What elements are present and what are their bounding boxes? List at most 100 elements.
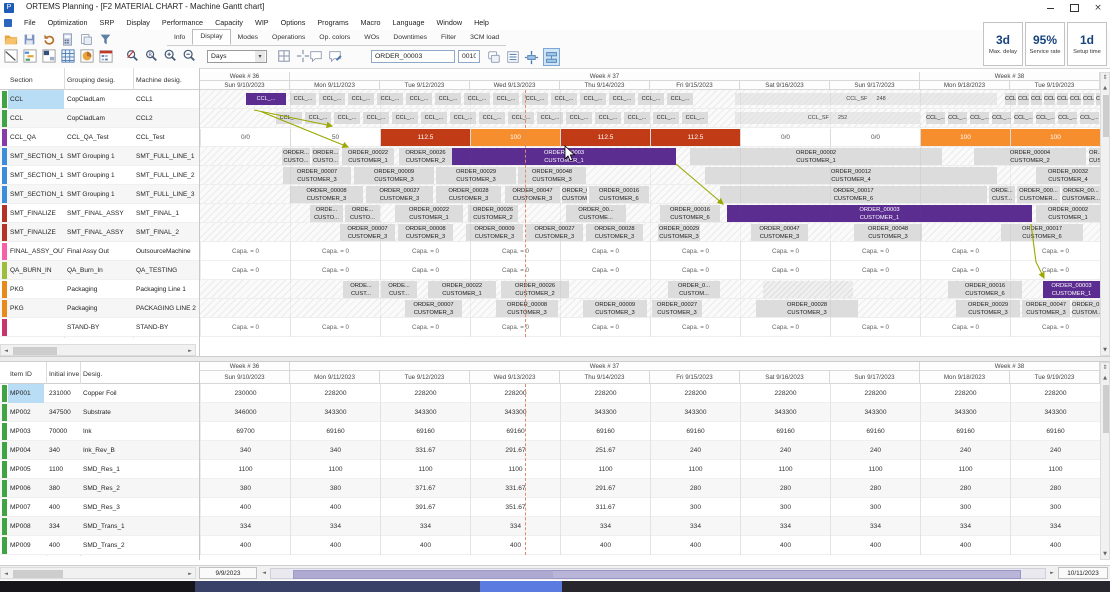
splitter-button[interactable]: ⇕ — [1101, 74, 1109, 81]
tab-modes[interactable]: Modes — [231, 31, 265, 45]
machine-grouping-cell[interactable]: SMT Grouping 1 — [67, 166, 131, 185]
capacity-cell[interactable]: Capa. = 0 — [1010, 242, 1100, 261]
item-row-mp005[interactable]: MP005 1100SMD_Res_1 — [0, 460, 199, 479]
capacity-cell[interactable]: Capa. = 0 — [560, 261, 650, 280]
gantt-operation[interactable]: CCL_... — [1014, 112, 1033, 124]
machine-grouping-cell[interactable]: CopCladLam — [67, 109, 131, 128]
scroll-left-icon[interactable]: ◄ — [1, 348, 11, 354]
gantt-operation[interactable]: ORDER_00...CUSTOMER... — [562, 186, 587, 203]
item-desig-cell[interactable]: SMD_Res_1 — [83, 460, 195, 479]
gantt-operation[interactable]: CCL_... — [348, 93, 374, 105]
machine-grouping-cell[interactable]: Final Assy Out — [67, 242, 131, 261]
tab-op-colors[interactable]: Op. colors — [312, 31, 357, 45]
gantt-operation[interactable]: ORDER_00...CUSTOMER... — [1062, 186, 1100, 203]
filter-icon[interactable] — [98, 31, 113, 47]
machine-grouping-cell[interactable]: Packaging — [67, 280, 131, 299]
item-id-cell[interactable]: MP003 — [10, 422, 44, 441]
gantt-operation[interactable]: OR...CUS... — [1089, 148, 1100, 165]
comment-icon[interactable] — [308, 48, 323, 64]
capacity-cell[interactable]: Capa. = 0 — [380, 242, 470, 261]
kpi-setup-time[interactable]: 1dSetup time — [1067, 22, 1107, 66]
capacity-cell[interactable]: Capa. = 0 — [830, 318, 920, 337]
machine-section-cell[interactable]: CCL_QA — [10, 128, 64, 147]
day-header-cell[interactable]: Mon 9/11/2023 — [290, 371, 380, 384]
gantt-operation[interactable]: ORDER_00008CUSTOMER_3 — [398, 224, 453, 241]
pie-view-icon[interactable] — [79, 48, 94, 64]
machine-desig-cell[interactable]: PACKAGING LINE 2 — [136, 299, 198, 318]
item-desig-cell[interactable]: SMD_Trans_1 — [83, 517, 195, 536]
gantt-operation-selected[interactable]: ORDER_00003CUSTOMER_1 — [1043, 281, 1100, 298]
row-height-icon[interactable] — [543, 48, 560, 66]
menu-item-optimization[interactable]: Optimization — [42, 16, 94, 30]
machine-row-packaging-line-2[interactable]: PKGPackagingPACKAGING LINE 2 — [0, 299, 199, 318]
capacity-cell[interactable]: Capa. = 0 — [290, 242, 380, 261]
gantt-operation[interactable]: ORDE...CUST... — [343, 281, 379, 298]
gantt-operation[interactable]: CCL_SF 252 — [735, 112, 920, 124]
day-header-cell[interactable]: Sat 9/16/2023 — [740, 371, 830, 384]
day-header-cell[interactable]: Sun 9/10/2023 — [200, 371, 290, 384]
item-inventory-cell[interactable]: 1100 — [49, 460, 81, 479]
item-id-cell[interactable]: MP002 — [10, 403, 44, 422]
hscrollbar-thumb[interactable] — [13, 570, 63, 578]
capacity-cell[interactable]: Capa. = 0 — [1010, 318, 1100, 337]
gantt-operation[interactable]: CCL_... — [948, 112, 967, 124]
gantt-operation[interactable]: ORDER_00016CUSTOMER_6 — [660, 205, 720, 222]
gantt-operation-selected[interactable]: ORDER_00003CUSTOMER_1 — [452, 148, 676, 165]
gantt-operation[interactable]: CCL_... — [319, 93, 345, 105]
day-header-cell[interactable]: Sat 9/16/2023 — [740, 81, 830, 90]
gantt-operation[interactable]: CCL_... — [392, 112, 418, 124]
gantt-operation[interactable]: CCL_... — [566, 112, 592, 124]
gantt-operation[interactable]: CCL_... — [609, 93, 635, 105]
gantt-view-icon[interactable] — [3, 48, 18, 64]
zoom-in-icon[interactable] — [162, 48, 177, 64]
machine-desig-cell[interactable]: QA_TESTING — [136, 261, 198, 280]
day-header-cell[interactable]: Mon 9/18/2023 — [920, 371, 1010, 384]
menu-item-srp[interactable]: SRP — [94, 16, 121, 30]
machine-row-outsourcemachine[interactable]: FINAL_ASSY_OUT!Final Assy OutOutsourceMa… — [0, 242, 199, 261]
item-row-mp007[interactable]: MP007400SMD_Res_3 — [0, 498, 199, 517]
capacity-cell[interactable]: Capa. = 0 — [290, 261, 380, 280]
scroll-right-icon[interactable]: ► — [1047, 570, 1057, 576]
save-icon[interactable] — [22, 31, 37, 47]
scroll-right-icon[interactable]: ► — [185, 348, 195, 354]
machine-grouping-cell[interactable]: Packaging — [67, 299, 131, 318]
item-id-cell[interactable]: MP005 — [10, 460, 44, 479]
machine-desig-cell[interactable]: SMT_FULL_LINE_3 — [136, 185, 198, 204]
capacity-cell[interactable]: 100 — [920, 129, 1010, 146]
operation-number-input[interactable] — [458, 50, 480, 63]
day-header-cell[interactable]: Tue 9/19/2023 — [1010, 371, 1100, 384]
machine-table-hscrollbar[interactable]: ◄ ► — [0, 344, 196, 356]
gantt-operation[interactable]: CCL_... — [992, 112, 1011, 124]
maximize-button[interactable] — [1062, 0, 1086, 16]
day-header-cell[interactable]: Thu 9/14/2023 — [560, 81, 650, 90]
gantt-operation[interactable]: ORDER_00029CUSTOMER_3 — [658, 224, 700, 241]
gantt-operation[interactable]: CCL_... — [682, 112, 708, 124]
item-id-cell[interactable]: MP006 — [10, 479, 44, 498]
day-header-cell[interactable]: Tue 9/19/2023 — [1010, 81, 1100, 90]
gantt-operation[interactable]: ORDER_00022CUSTOMER_1 — [342, 148, 394, 165]
machine-grouping-cell[interactable]: STAND-BY — [67, 318, 131, 337]
capacity-cell[interactable]: Capa. = 0 — [470, 242, 560, 261]
day-header-cell[interactable]: Sun 9/17/2023 — [830, 371, 920, 384]
item-desig-cell[interactable]: Ink_Rev_B — [83, 441, 195, 460]
gantt-operation[interactable]: ORDER_00029CUSTOMER_3 — [436, 167, 516, 184]
machine-section-cell[interactable] — [10, 318, 64, 337]
capacity-cell[interactable]: 100 — [470, 129, 560, 146]
scroll-down-icon[interactable]: ▼ — [1101, 551, 1109, 557]
item-desig-cell[interactable]: SMD_Res_3 — [83, 498, 195, 517]
gantt-operation[interactable]: ORDER_00028CUSTOMER_3 — [586, 224, 643, 241]
capacity-cell[interactable]: Capa. = 0 — [560, 242, 650, 261]
table-view-icon[interactable] — [60, 48, 75, 64]
tab-info[interactable]: Info — [167, 31, 192, 45]
scroll-left-icon[interactable]: ◄ — [259, 570, 269, 576]
machine-desig-cell[interactable]: CCL1 — [136, 90, 198, 109]
calendar-view-icon[interactable] — [98, 48, 113, 64]
gantt-operation[interactable]: ORDER_00017CUSTOMER_6 — [720, 186, 987, 203]
machine-row-smt-final-1[interactable]: SMT_FINALIZESMT_FINAL_ASSYSMT_FINAL_1 — [0, 204, 199, 223]
vscrollbar-thumb[interactable] — [1103, 95, 1109, 137]
gantt-operation[interactable]: CCL... — [1057, 93, 1068, 105]
machine-grouping-cell[interactable]: CCL_QA_Test — [67, 128, 131, 147]
machine-section-cell[interactable]: SMT_SECTION_1 — [10, 185, 64, 204]
gantt-operation-selected[interactable]: ORDER_00003CUSTOMER_1 — [727, 205, 1032, 222]
gantt-operation[interactable]: ORDE...CUST... — [989, 186, 1015, 203]
